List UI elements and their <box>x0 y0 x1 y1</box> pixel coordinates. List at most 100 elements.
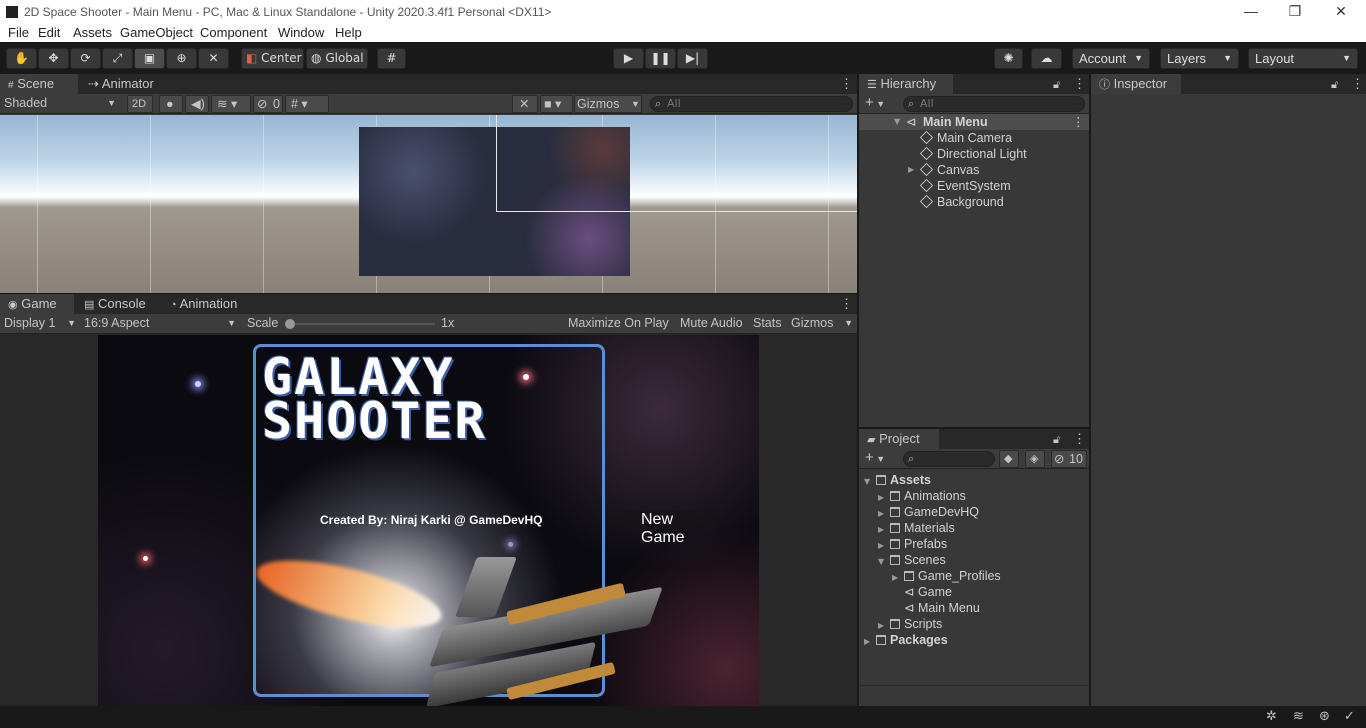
project-scene-game[interactable]: ⊲ Game <box>904 584 952 600</box>
display-dropdown[interactable]: Display 1 ▼ <box>4 315 78 333</box>
project-folder-assets[interactable]: Assets <box>876 472 931 488</box>
project-folder-materials[interactable]: Materials <box>890 520 955 536</box>
hierarchy-item-directional-light[interactable]: Directional Light <box>919 146 1027 162</box>
scale-slider-thumb[interactable] <box>285 319 295 329</box>
menu-assets[interactable]: Assets <box>73 25 112 40</box>
menu-help[interactable]: Help <box>335 25 362 40</box>
menu-gameobject[interactable]: GameObject <box>120 25 193 40</box>
project-folder-gamedevhq[interactable]: GameDevHQ <box>890 504 979 520</box>
transform-tool-button[interactable]: ⊕ <box>166 48 197 69</box>
custom-tool-button[interactable]: ✕ <box>198 48 229 69</box>
mute-audio-toggle[interactable]: Mute Audio <box>680 315 743 333</box>
hand-tool-button[interactable]: ✋ <box>6 48 37 69</box>
hidden-packages-toggle[interactable]: ⊘ 10 <box>1051 450 1087 468</box>
tab-project[interactable]: ▰ Project <box>859 429 939 449</box>
inspector-lock[interactable]: 🔓︎ <box>1329 74 1345 94</box>
hierarchy-scene-row[interactable]: ▼ ⊲ Main Menu ⋮ <box>859 114 1089 130</box>
tab-scene[interactable]: # Scene <box>0 74 78 94</box>
expand-arrow-icon[interactable]: ▶ <box>864 637 870 646</box>
scene-search-input[interactable]: All <box>650 96 853 112</box>
collab-button[interactable]: ✺ <box>994 48 1023 69</box>
tab-inspector[interactable]: ⓘ Inspector <box>1091 74 1181 94</box>
close-button[interactable]: ✕ <box>1318 0 1364 24</box>
tab-animation[interactable]: ◔ Animation <box>162 294 262 314</box>
project-folder-scripts[interactable]: Scripts <box>890 616 942 632</box>
effects-dropdown[interactable]: ≋ ▾ <box>211 95 251 113</box>
minimize-button[interactable]: — <box>1228 0 1274 24</box>
rotate-tool-button[interactable]: ⟳ <box>70 48 101 69</box>
camera-dropdown[interactable]: ■ ▾ <box>540 95 573 113</box>
menu-edit[interactable]: Edit <box>38 25 60 40</box>
game-panel-menu[interactable]: ⋮ <box>836 294 853 314</box>
expand-arrow-icon[interactable]: ▶ <box>878 525 884 534</box>
mode-2d-toggle[interactable]: 2D <box>127 95 153 113</box>
expand-arrow-icon[interactable]: ▶ <box>892 573 898 582</box>
tab-console[interactable]: ▤ Console <box>76 294 160 314</box>
project-folder-packages[interactable]: Packages <box>876 632 948 648</box>
tab-game[interactable]: ◉ Game <box>0 294 74 314</box>
tab-animator[interactable]: ⇢ Animator <box>80 74 170 94</box>
background-sprite[interactable] <box>359 127 630 276</box>
scale-tool-button[interactable]: ⤢ <box>102 48 133 69</box>
rect-tool-button[interactable]: ▣ <box>134 48 165 69</box>
hierarchy-item-main-camera[interactable]: Main Camera <box>919 130 1012 146</box>
inspector-menu[interactable]: ⋮ <box>1347 74 1364 94</box>
project-folder-animations[interactable]: Animations <box>890 488 966 504</box>
scene-panel-menu[interactable]: ⋮ <box>836 74 853 94</box>
expand-arrow-icon[interactable]: ▼ <box>878 557 884 566</box>
game-gizmos-dropdown[interactable]: Gizmos ▼ <box>791 315 857 333</box>
scene-visibility-toggle[interactable]: ⊘ 0 <box>253 95 283 113</box>
layout-dropdown[interactable]: Layout ▼ <box>1248 48 1358 69</box>
menu-window[interactable]: Window <box>278 25 324 40</box>
gizmos-dropdown[interactable]: Gizmos ▼ <box>574 95 642 113</box>
search-by-label-button[interactable]: ◈ <box>1025 450 1045 468</box>
new-game-button[interactable]: New Game <box>616 510 716 546</box>
scene-viewport[interactable] <box>0 115 857 293</box>
menu-file[interactable]: File <box>8 25 29 40</box>
expand-arrow-icon[interactable]: ▶ <box>878 541 884 550</box>
expand-arrow-icon[interactable]: ▶ <box>878 493 884 502</box>
hierarchy-item-eventsystem[interactable]: EventSystem <box>919 178 1011 194</box>
scale-slider-track[interactable] <box>290 323 435 325</box>
audio-toggle[interactable]: ◀) <box>185 95 209 113</box>
grid-snap-button[interactable]: # <box>377 48 406 69</box>
kebab-menu-icon[interactable]: ⋮ <box>1072 114 1085 130</box>
step-button[interactable]: ▶| <box>677 48 708 69</box>
expand-arrow-icon[interactable]: ▼ <box>864 477 870 486</box>
game-viewport[interactable]: GALAXY SHOOTER Created By: Niraj Karki @… <box>98 335 759 706</box>
project-folder-game-profiles[interactable]: Game_Profiles <box>904 568 1001 584</box>
project-folder-scenes[interactable]: Scenes <box>890 552 946 568</box>
check-circle-icon[interactable]: ✓ <box>1344 709 1355 724</box>
hierarchy-item-canvas[interactable]: Canvas <box>919 162 979 178</box>
pause-button[interactable]: ❚❚ <box>645 48 676 69</box>
play-button[interactable]: ▶ <box>613 48 644 69</box>
layers-dropdown[interactable]: Layers ▼ <box>1160 48 1239 69</box>
project-search-input[interactable] <box>903 451 995 467</box>
expand-arrow-icon[interactable]: ▶ <box>878 621 884 630</box>
grid-visibility-dropdown[interactable]: # ▾ <box>285 95 329 113</box>
expand-arrow-icon[interactable]: ▶ <box>908 165 914 174</box>
bug-icon[interactable]: ✲ <box>1266 709 1277 724</box>
stack-icon[interactable]: ≋ <box>1293 709 1304 724</box>
create-asset-button[interactable]: + ▼ <box>865 449 885 467</box>
scene-tools-button[interactable]: ✕ <box>512 95 538 113</box>
hierarchy-lock[interactable]: 🔓︎ <box>1051 74 1067 94</box>
expand-arrow-icon[interactable]: ▶ <box>878 509 884 518</box>
hierarchy-search-input[interactable]: All <box>903 96 1085 112</box>
menu-component[interactable]: Component <box>200 25 267 40</box>
project-menu[interactable]: ⋮ <box>1069 429 1086 449</box>
project-folder-prefabs[interactable]: Prefabs <box>890 536 947 552</box>
search-by-type-button[interactable]: ◆ <box>999 450 1019 468</box>
lighting-toggle[interactable]: ● <box>159 95 183 113</box>
project-scene-main-menu[interactable]: ⊲ Main Menu <box>904 600 980 616</box>
maximize-on-play-toggle[interactable]: Maximize On Play <box>568 315 669 333</box>
hierarchy-item-background[interactable]: Background <box>919 194 1004 210</box>
pivot-rotation-button[interactable]: ◍ Global <box>306 48 368 69</box>
pivot-mode-button[interactable]: ◧ Center <box>241 48 304 69</box>
tab-hierarchy[interactable]: ☰ Hierarchy <box>859 74 953 94</box>
stats-toggle[interactable]: Stats <box>753 315 782 333</box>
draw-mode-dropdown[interactable]: Shaded ▼ <box>4 95 120 113</box>
project-lock[interactable]: 🔓︎ <box>1051 429 1067 449</box>
account-dropdown[interactable]: Account ▼ <box>1072 48 1150 69</box>
collab-icon[interactable]: ⊛ <box>1319 709 1330 724</box>
